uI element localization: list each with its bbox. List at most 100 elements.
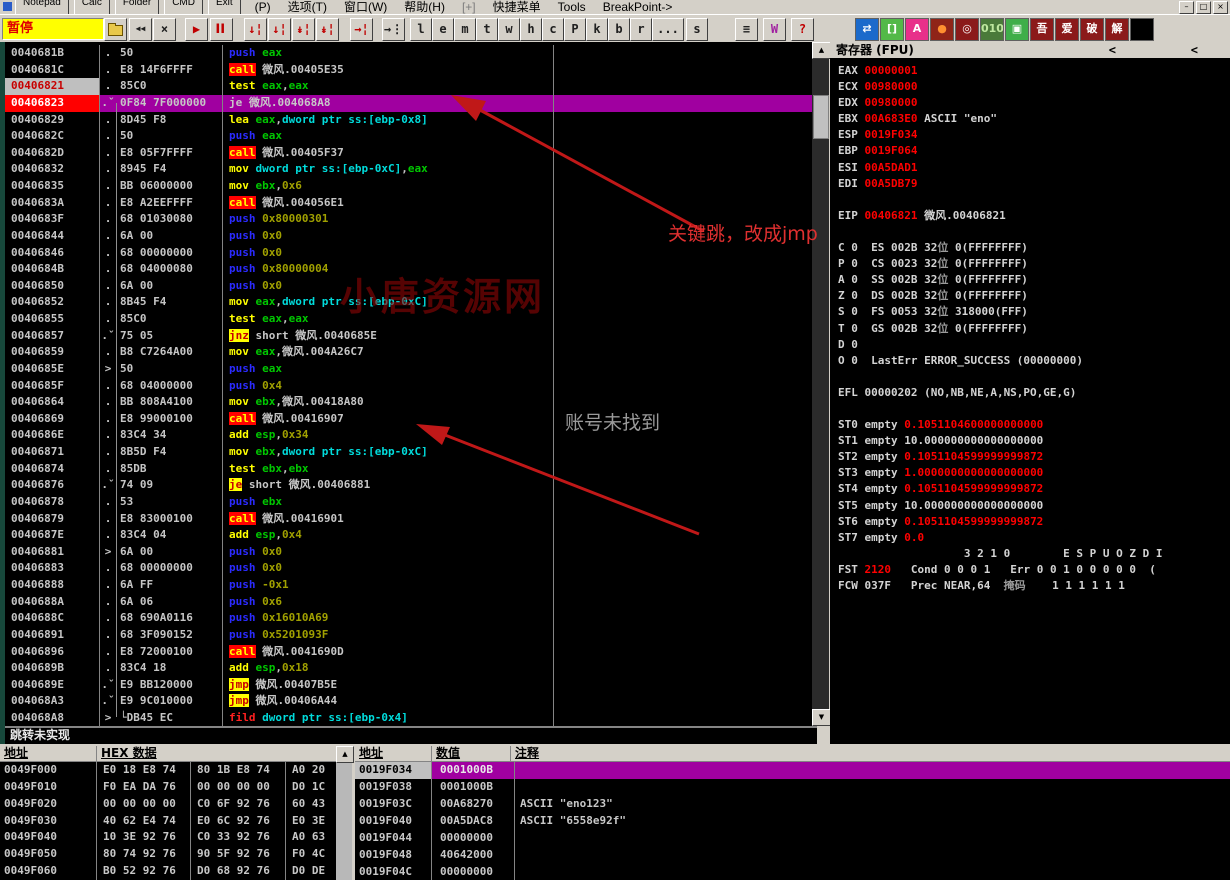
window-s-button[interactable]: s [686, 18, 708, 41]
disasm-row[interactable]: 00406829.8D45 F8lea eax,dword ptr ss:[eb… [5, 112, 812, 129]
run-button[interactable]: ▶ [185, 18, 208, 41]
stack-row[interactable]: 0019F04C00000000 [355, 864, 1230, 880]
disasm-row[interactable]: 0040685E>50push eax [5, 361, 812, 378]
disasm-row[interactable]: 00406869.E8 99000100call 微风.00416907 [5, 411, 812, 428]
menu-窗口w[interactable]: 窗口(W) [344, 0, 387, 14]
disasm-row[interactable]: 00406871.8B5D F4mov ebx,dword ptr ss:[eb… [5, 444, 812, 461]
scrollbar-thumb[interactable] [813, 95, 829, 139]
disasm-row[interactable]: 00406879.E8 83000100call 微风.00416901 [5, 511, 812, 528]
list-button[interactable]: ≡ [735, 18, 758, 41]
disasm-row[interactable]: 00406883.68 00000000push 0x0 [5, 560, 812, 577]
window-dots-button[interactable]: ... [652, 18, 684, 41]
window-P-button[interactable]: P [564, 18, 586, 41]
black-box-button[interactable] [1130, 18, 1154, 41]
disasm-row[interactable]: 00406823.ˇ0F84 7F000000je 微风.004068A8 [5, 95, 812, 112]
help-button[interactable]: ? [791, 18, 814, 41]
dump-row[interactable]: 0049F05080 74 92 7690 5F 92 76F0 4C [0, 846, 336, 863]
disasm-row[interactable]: 00406855.85C0test eax,eax [5, 311, 812, 328]
appearance-button[interactable]: W [763, 18, 786, 41]
disasm-row[interactable]: 0040682D.E8 05F7FFFFcall 微风.00405F37 [5, 145, 812, 162]
window-r-button[interactable]: r [630, 18, 652, 41]
disasm-row[interactable]: 00406850.6A 00push 0x0 [5, 278, 812, 295]
trace-into-button[interactable]: ↡¦ [292, 18, 315, 41]
menu-[interactable]: [+] [462, 0, 476, 14]
exec-till-return-button[interactable]: →¦ [350, 18, 373, 41]
dump-scrollbar[interactable]: ▲ [336, 746, 352, 880]
screen-button[interactable]: ▣ [1005, 18, 1029, 41]
window-l-button[interactable]: l [410, 18, 432, 41]
disasm-row[interactable]: 00406881>6A 00push 0x0 [5, 544, 812, 561]
disasm-row[interactable]: 00406821.85C0test eax,eax [5, 78, 812, 95]
dump-row[interactable]: 0049F000E0 18 E8 7480 1B E8 74A0 20 [0, 762, 336, 779]
stack-row[interactable]: 0019F04400000000 [355, 830, 1230, 847]
window-w-button[interactable]: w [498, 18, 520, 41]
disasm-row[interactable]: 00406876.ˇ74 09je short 微风.00406881 [5, 477, 812, 494]
disasm-row[interactable]: 00406888.6A FFpush -0x1 [5, 577, 812, 594]
brand-jie-button[interactable]: 解 [1105, 18, 1129, 41]
goto-button[interactable]: →⋮ [382, 18, 405, 41]
stack-header-address[interactable]: 地址 [355, 746, 432, 762]
window-m-button[interactable]: m [454, 18, 476, 41]
open-folder-button[interactable] [104, 18, 127, 41]
disasm-row[interactable]: 00406891.68 3F090152push 0x5201093F [5, 627, 812, 644]
window-h-button[interactable]: h [520, 18, 542, 41]
stack-row[interactable]: 0019F04840642000 [355, 847, 1230, 864]
pause-button[interactable]: ▌▌ [210, 18, 233, 41]
plugin-button-exit[interactable]: Exit [208, 0, 241, 14]
disasm-row[interactable]: 0040685F.68 04000000push 0x4 [5, 378, 812, 395]
dump-header-address[interactable]: 地址 [0, 746, 97, 762]
disasm-row[interactable]: 00406852.8B45 F4mov eax,dword ptr ss:[eb… [5, 294, 812, 311]
close-window-button[interactable]: × [153, 18, 176, 41]
disasm-row[interactable]: 0040687E.83C4 04add esp,0x4 [5, 527, 812, 544]
scroll-up-icon[interactable]: ▲ [812, 42, 831, 59]
disasm-row[interactable]: 0040682C.50push eax [5, 128, 812, 145]
stack-row[interactable]: 0019F0340001000B [355, 762, 1230, 779]
disasm-row[interactable]: 00406859.B8 C7264A00mov eax,微风.004A26C7 [5, 344, 812, 361]
window-k-button[interactable]: k [586, 18, 608, 41]
stack-row[interactable]: 0019F0380001000B [355, 779, 1230, 796]
disasm-row[interactable]: 0040681C.E8 14F6FFFFcall 微风.00405E35 [5, 62, 812, 79]
stack-header-comment[interactable]: 注释 [511, 746, 1230, 762]
plugin-button-folder[interactable]: Folder [115, 0, 159, 14]
trace-over-button[interactable]: ↡¦ [316, 18, 339, 41]
step-over-button[interactable]: ↓¦ [268, 18, 291, 41]
menu-选项t[interactable]: 选项(T) [288, 0, 327, 14]
collapse-left-icon[interactable]: < [1109, 42, 1116, 58]
window-b-button[interactable]: b [608, 18, 630, 41]
disasm-row[interactable]: 0040684B.68 04000080push 0x80000004 [5, 261, 812, 278]
window-c-button[interactable]: c [542, 18, 564, 41]
exchange-button[interactable]: ⇄ [855, 18, 879, 41]
collapse-right-icon[interactable]: < [1191, 42, 1198, 58]
restart-button[interactable]: ◀◀ [129, 18, 152, 41]
disasm-row[interactable]: 00406878.53push ebx [5, 494, 812, 511]
binary-button[interactable]: 010 [980, 18, 1004, 41]
disasm-row[interactable]: 00406846.68 00000000push 0x0 [5, 245, 812, 262]
window-t-button[interactable]: t [476, 18, 498, 41]
dump-scroll-up-icon[interactable]: ▲ [336, 746, 354, 763]
brand-po-button[interactable]: 破 [1080, 18, 1104, 41]
scroll-down-icon[interactable]: ▼ [812, 709, 831, 726]
menu-p[interactable]: (P) [255, 0, 271, 14]
target-button[interactable]: ◎ [955, 18, 979, 41]
record-button[interactable]: ● [930, 18, 954, 41]
disasm-row[interactable]: 0040683A.E8 A2EEFFFFcall 微风.004056E1 [5, 195, 812, 212]
disasm-row[interactable]: 00406835.BB 06000000mov ebx,0x6 [5, 178, 812, 195]
brand-ai-button[interactable]: 爱 [1055, 18, 1079, 41]
menu-breakpoint[interactable]: BreakPoint-> [603, 0, 673, 14]
plugin-button-calc[interactable]: Calc [74, 0, 110, 14]
disasm-row[interactable]: 00406857.ˇ75 05jnz short 微风.0040685E [5, 328, 812, 345]
stack-row[interactable]: 0019F03C00A68270ASCII "eno123" [355, 796, 1230, 813]
disasm-row[interactable]: 00406832.8945 F4mov dword ptr ss:[ebp-0x… [5, 161, 812, 178]
stack-header-value[interactable]: 数值 [432, 746, 511, 762]
plugin-button-notepad[interactable]: Notepad [15, 0, 69, 14]
step-into-button[interactable]: ↓¦ [244, 18, 267, 41]
disasm-row[interactable]: 0040688C.68 690A0116push 0x16010A69 [5, 610, 812, 627]
restore-button[interactable]: □ [1196, 1, 1211, 14]
disasm-row[interactable]: 004068A3.ˇE9 9C010000jmp 微风.00406A44 [5, 693, 812, 710]
disasm-row[interactable]: 0040688A.6A 06push 0x6 [5, 594, 812, 611]
window-e-button[interactable]: e [432, 18, 454, 41]
stack-row[interactable]: 0019F04000A5DAC8ASCII "6558e92f" [355, 813, 1230, 830]
disassembly-scrollbar[interactable]: ▲ ▼ [812, 42, 829, 726]
dump-row[interactable]: 0049F03040 62 E4 74E0 6C 92 76E0 3E [0, 813, 336, 830]
disasm-row[interactable]: 0040689E.ˇE9 BB120000jmp 微风.00407B5E [5, 677, 812, 694]
